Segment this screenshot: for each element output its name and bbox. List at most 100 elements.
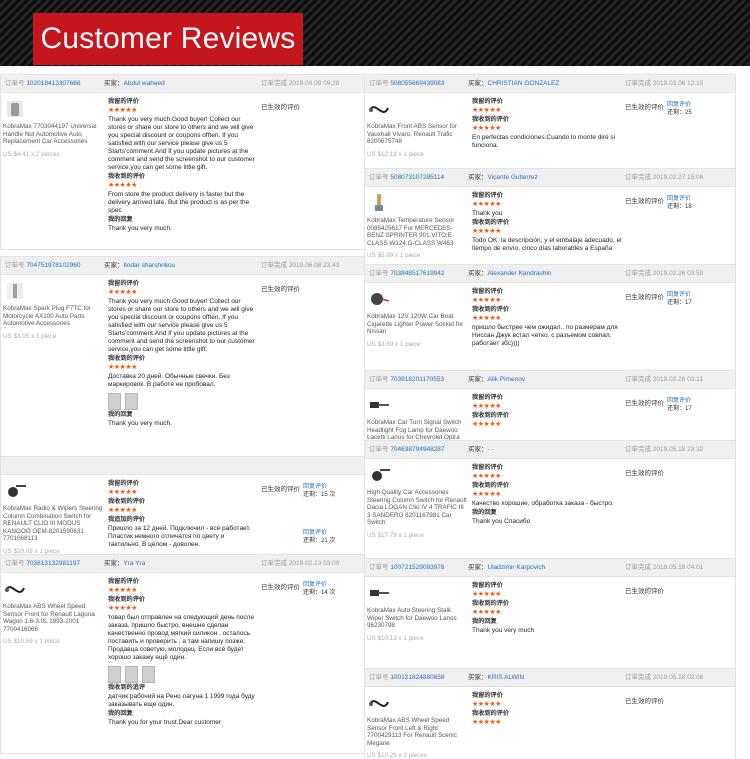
reply-review-link[interactable]: 回复评价 xyxy=(303,483,335,491)
order-id-link[interactable]: 703918201170553 xyxy=(390,376,444,383)
order-id-link[interactable]: 508073107295114 xyxy=(390,174,444,181)
review-label: 我收到的评价 xyxy=(108,596,146,603)
reply-review-link[interactable]: 回复评价 xyxy=(667,291,692,299)
completion-date: 订单完成 2019.05.18 23:32 xyxy=(625,441,703,459)
order-id-link[interactable]: 704638794948287 xyxy=(390,446,444,453)
order-id-link[interactable]: 704751978102960 xyxy=(26,262,80,269)
product-name-link[interactable]: KobraMax ABS Wheel Speed Sensor Front Le… xyxy=(367,717,467,747)
product-name-link[interactable]: KobraMax Front ABS Sensor for Vauxhall V… xyxy=(367,123,467,146)
date-value: 2019.02.27 15:08 xyxy=(652,174,704,181)
product-info: KobraMax Front ABS Sensor for Vauxhall V… xyxy=(367,97,467,158)
completed-label: 订单完成 xyxy=(261,560,287,567)
buyer-name-link[interactable]: Ilodar sharshnkou xyxy=(124,262,176,269)
order-header: 订单号 703918201170553 买家：Alik Pimenov 订单完成 2… xyxy=(365,371,735,389)
review-label: 我收到的评价 xyxy=(108,355,146,362)
completion-date: 订单完成 2019.02.26 03:59 xyxy=(625,265,703,283)
product-name-link[interactable]: KobraMax 7703044197 Universal Handle Nut… xyxy=(3,123,103,146)
buyer-name-link[interactable]: Abdul waheed xyxy=(124,80,165,87)
product-image[interactable] xyxy=(3,279,27,303)
product-name-link[interactable]: KobraMax Radio & Wipers Steering Column … xyxy=(3,505,103,543)
product-info: KobraMax 7703044197 Universal Handle Nut… xyxy=(3,97,103,158)
reply-review-link[interactable]: 回复评价 xyxy=(667,397,692,405)
remaining-label: 还剩： xyxy=(303,492,322,498)
product-name-link[interactable]: KobraMax ABS Wheel Speed Sensor Front fo… xyxy=(3,603,103,633)
product-image[interactable] xyxy=(367,393,391,417)
reply-review-link[interactable]: 回复评价 xyxy=(667,101,692,109)
buyer-name-link[interactable]: Uladzimir Karpovich xyxy=(488,564,546,571)
remaining-label: 还剩： xyxy=(303,590,322,596)
date-value: 2019.05.18 02:08 xyxy=(652,674,704,681)
star-rating: ★★★★★ xyxy=(472,315,501,322)
buyer-name-link[interactable]: CHRISTIAN GONZALEZ xyxy=(488,80,560,87)
review-text: Thank you for your trust.Dear customer xyxy=(108,719,222,726)
review-label: 我留的评价 xyxy=(472,98,503,105)
review-text: Thank you very much. xyxy=(108,420,172,427)
order-header: 订单号 704751978102960 买家：Ilodar sharshnkou 订… xyxy=(1,257,371,275)
completion-date: 订单完成 2019.05.18 04:01 xyxy=(625,559,703,577)
order-id-link[interactable]: 102018413307666 xyxy=(26,80,80,87)
product-image[interactable] xyxy=(367,581,391,605)
review-photo-thumbnail[interactable] xyxy=(108,666,121,683)
product-price: US $10.13 x 1 piece xyxy=(367,634,424,642)
product-info: KobraMax ABS Wheel Speed Sensor Front fo… xyxy=(3,577,103,645)
product-name-link[interactable]: KobraMax Spark Plug F7TC for Motorcycle … xyxy=(3,305,103,328)
product-name-link[interactable]: KobraMax Temperature Sensor 0085425617 F… xyxy=(367,217,467,247)
review-text: товар был отправлен на следующий день по… xyxy=(108,614,255,661)
review-label: 我留的评价 xyxy=(108,578,139,585)
review-text: пришло быстрее чем ожидал.. по размерам … xyxy=(472,324,618,347)
review-photo-thumbnail[interactable] xyxy=(108,393,121,410)
reply-review-link[interactable]: 回复评价 xyxy=(303,581,335,589)
review-status: 已生效的评价 xyxy=(261,286,300,293)
buyer-name-link[interactable]: Vicente Gutierrez xyxy=(488,174,538,181)
completion-date: 订单完成 2019.05.18 02:08 xyxy=(625,669,703,687)
product-image[interactable] xyxy=(367,287,391,311)
order-id-link[interactable]: 508055669439083 xyxy=(390,80,444,87)
review-content: 我留的评价 ★★★★★ 我收到的评价 ★★★★★ Качество хорошие, о… xyxy=(472,463,622,526)
review-card: 订单号 100721529093976 买家：Uladzimir Karpovic… xyxy=(364,558,736,672)
completed-label: 订单完成 xyxy=(625,674,651,681)
remaining-label: 还剩： xyxy=(667,300,686,306)
order-id-link[interactable]: 100721529093976 xyxy=(390,564,444,571)
product-info: KobraMax ABS Wheel Speed Sensor Front Le… xyxy=(367,691,467,759)
order-id-link[interactable]: 703813132981197 xyxy=(26,560,80,567)
product-info: High Quality Car Accessories Steering Co… xyxy=(367,463,467,539)
review-photo-thumbnail[interactable] xyxy=(125,393,138,410)
buyer-name-link[interactable]: Yra Yra xyxy=(124,560,146,567)
replies-remaining: 还剩：25 xyxy=(667,109,692,117)
order-label: 订单号 xyxy=(369,376,389,383)
product-image[interactable] xyxy=(367,463,391,487)
review-text: From store the product delivery is faste… xyxy=(108,191,250,214)
order-id-link[interactable]: 703848517619942 xyxy=(390,270,444,277)
product-image[interactable] xyxy=(367,191,391,215)
remaining-count: 17 xyxy=(685,406,692,412)
reply-review-link[interactable]: 回复评价 xyxy=(667,195,692,203)
order-id-link[interactable]: 100121824880658 xyxy=(390,674,444,681)
buyer-name-link[interactable]: Alik Pimenov xyxy=(488,376,526,383)
order-header: 订单号 102018413307666 买家：Abdul waheed 订单完成 2… xyxy=(1,75,371,93)
buyer-name-link[interactable]: - - xyxy=(488,446,494,453)
remaining-count: 15 次 xyxy=(321,492,336,498)
product-name-link[interactable]: KobraMax Auto Steering Stalk Wiper Switc… xyxy=(367,607,467,630)
review-label: 我留的评价 xyxy=(472,464,503,471)
product-image[interactable] xyxy=(3,97,27,121)
order-label: 订单号 xyxy=(369,174,389,181)
product-image[interactable] xyxy=(3,479,27,503)
product-image[interactable] xyxy=(367,691,391,715)
review-content: 我留的评价 ★★★★★ 我收到的评价 ★★★★★ En perfectas condic… xyxy=(472,97,622,150)
product-image[interactable] xyxy=(367,97,391,121)
product-name-link[interactable]: High Quality Car Accessories Steering Co… xyxy=(367,489,467,527)
completion-date: 订单完成 2019.06.09 09:28 xyxy=(261,75,339,93)
review-status: 已生效的评价 xyxy=(625,104,664,111)
review-card: 订单号 508055669439083 买家：CHRISTIAN GONZALEZ… xyxy=(364,74,736,182)
review-photo-thumbnail[interactable] xyxy=(142,666,155,683)
review-label: 我留的评价 xyxy=(108,280,139,287)
buyer-name-link[interactable]: KRIS ALWIN xyxy=(488,674,525,681)
order-header: 订单号 703848517619942 买家：Alexander Kandrash… xyxy=(365,265,735,283)
product-image[interactable] xyxy=(3,577,27,601)
product-price: US $10.59 x 1 piece xyxy=(3,638,60,646)
reply-review-link[interactable]: 回复评价 xyxy=(303,529,335,537)
product-name-link[interactable]: KobraMax 12V 120W Car Boat Cigarette Lig… xyxy=(367,313,467,336)
buyer-name-link[interactable]: Alexander Kandrashin xyxy=(488,270,552,277)
buyer: 买家：Abdul waheed xyxy=(104,75,165,93)
review-photo-thumbnail[interactable] xyxy=(125,666,138,683)
